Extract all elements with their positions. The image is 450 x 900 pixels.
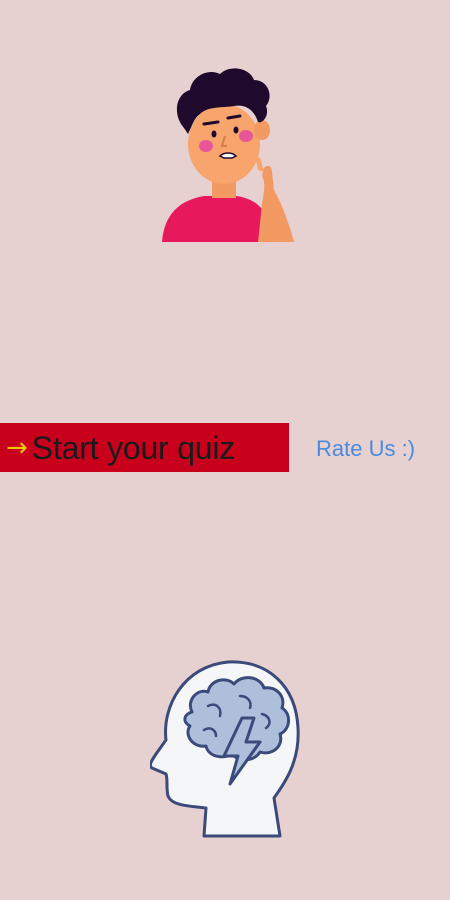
start-quiz-label: Start your quiz [31, 429, 236, 466]
brain-head-lightning-illustration [150, 660, 300, 838]
thinking-person-illustration [162, 68, 294, 242]
arrow-right-icon: → [6, 432, 28, 463]
start-quiz-button[interactable]: → Start your quiz [0, 423, 289, 472]
rate-us-link[interactable]: Rate Us :) [316, 436, 415, 462]
